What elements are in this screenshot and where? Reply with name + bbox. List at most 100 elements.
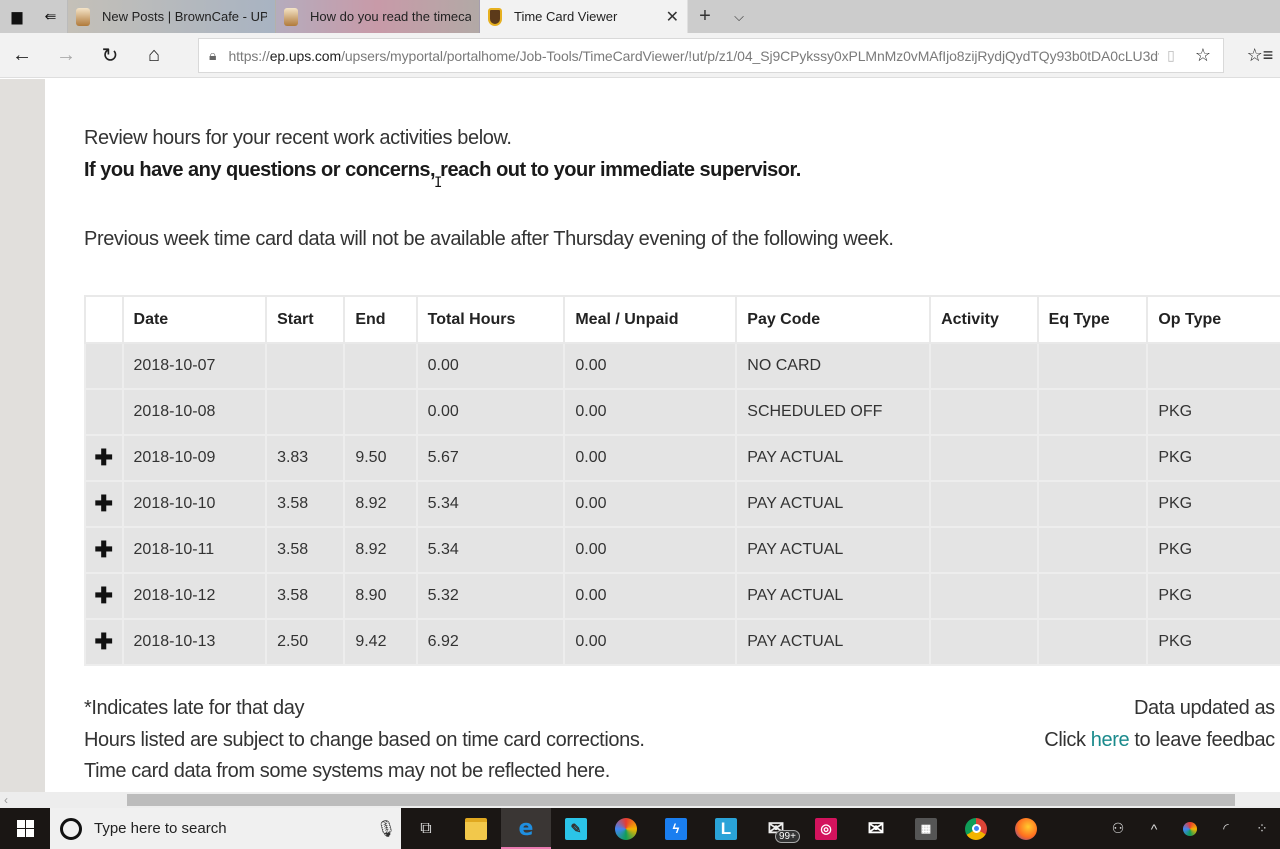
firefox-button[interactable] [1001,808,1051,849]
cell-activity [929,526,1039,574]
cell-date: 2018-10-12 [121,572,268,620]
microphone-icon[interactable]: 🎙︎ [371,819,401,839]
cell-start: 2.50 [265,618,346,666]
scrollbar-thumb[interactable] [127,794,1235,806]
cell-op-type: PKG [1146,480,1280,528]
intro-availability-text: Previous week time card data will not be… [84,228,894,250]
tab-preview-chevron-icon[interactable]: ⌵ [722,0,756,33]
new-tab-button[interactable]: + [688,0,722,33]
cell-start: 3.58 [265,480,346,528]
favorite-star-icon[interactable]: ☆ [1183,45,1223,66]
scroll-left-arrow-icon[interactable]: ‹ [4,792,8,808]
file-explorer-button[interactable] [451,808,501,849]
table-row: 2018-10-08 0.00 0.00 SCHEDULED OFF PKG [84,388,1280,436]
set-aside-tabs-button[interactable]: ▆ [0,0,34,33]
cell-end: 9.50 [343,434,418,482]
search-placeholder: Type here to search [94,820,227,837]
lexico-app-button[interactable]: L [701,808,751,849]
cell-meal-unpaid: 0.00 [563,388,738,436]
mail-unread-badge: 99+ [775,830,800,843]
task-view-button[interactable]: ⧉ [401,808,451,849]
photos-app-button[interactable] [601,808,651,849]
start-button[interactable] [0,808,50,849]
cell-total-hours: 5.67 [415,434,566,482]
sync-app-tray-icon[interactable] [1172,821,1208,836]
expand-row-plus-icon[interactable]: ✚ [84,618,124,666]
back-button[interactable]: ← [0,33,44,78]
cell-total-hours: 5.34 [415,526,566,574]
network-error-icon[interactable]: ⁘ [1244,820,1280,837]
instagram-button[interactable]: ◎ [801,808,851,849]
forward-button[interactable]: → [44,33,88,78]
table-row[interactable]: ✚ 2018-10-13 2.50 9.42 6.92 0.00 PAY ACTUAL PKG [84,618,1280,666]
mail-app-button[interactable]: ✉ 99+ [751,808,801,849]
cell-end: 8.90 [343,572,418,620]
table-row[interactable]: ✚ 2018-10-10 3.58 8.92 5.34 0.00 PAY ACTUAL PKG [84,480,1280,528]
cell-op-type [1146,342,1280,390]
cell-total-hours: 0.00 [415,388,566,436]
chrome-icon [965,817,987,840]
show-hidden-icons-chevron-icon[interactable]: ^ [1136,821,1172,837]
expand-column-header [84,295,124,344]
people-icon[interactable]: ⚇ [1100,820,1136,837]
tab-browncafe-new-posts[interactable]: New Posts | BrownCafe - UP [68,0,276,33]
chrome-button[interactable] [951,808,1001,849]
messenger-button[interactable]: ϟ [651,808,701,849]
expand-row-plus-icon[interactable]: ✚ [84,526,124,574]
expand-row-plus-icon[interactable]: ✚ [84,480,124,528]
cell-start: 3.83 [265,434,346,482]
reading-view-icon[interactable]: ▯ [1159,47,1183,64]
cell-pay-code: PAY ACTUAL [735,618,932,666]
tabs-aside-view-button[interactable]: ⇚ [34,0,68,33]
expand-row-plus-icon[interactable]: ✚ [84,572,124,620]
ups-favicon-icon [488,7,502,26]
text-cursor-icon: I [434,175,443,191]
favorites-hub-icon[interactable]: ☆≡ [1240,33,1280,78]
home-button[interactable]: ⌂ [132,33,176,78]
table-row[interactable]: ✚ 2018-10-11 3.58 8.92 5.34 0.00 PAY ACTUAL PKG [84,526,1280,574]
cell-end [343,342,418,390]
url-path: /upsers/myportal/portalhome/Job-Tools/Ti… [341,47,1159,64]
horizontal-scrollbar[interactable]: ‹ [0,792,1280,808]
cell-eq-type [1036,480,1149,528]
messenger-icon: ϟ [665,817,687,840]
edge-button[interactable]: e [501,808,551,849]
tab-time-card-viewer[interactable]: Time Card Viewer ✕ [480,0,688,33]
expand-row-plus-icon[interactable]: ✚ [84,434,124,482]
windows-mail-button[interactable]: ✉ [851,808,901,849]
close-tab-icon[interactable]: ✕ [666,7,679,27]
refresh-button[interactable]: ↻ [88,33,132,78]
column-header-pay-code: Pay Code [735,295,932,344]
wifi-icon[interactable]: ◜ [1208,820,1244,837]
folder-icon [465,817,487,840]
instagram-icon: ◎ [815,817,837,840]
url-scheme: https:// [228,47,270,64]
tab-how-read-timecard[interactable]: How do you read the timeca [276,0,480,33]
cell-total-hours: 6.92 [415,618,566,666]
calculator-icon: ▦ [915,817,937,840]
edge-icon: e [518,816,534,841]
address-bar[interactable]: 🔒︎ https://ep.ups.com/upsers/myportal/po… [198,38,1224,73]
cell-meal-unpaid: 0.00 [563,572,738,620]
cell-end: 8.92 [343,526,418,574]
calculator-button[interactable]: ▦ [901,808,951,849]
task-view-icon: ⧉ [420,819,432,837]
url-domain: ep.ups.com [269,47,342,64]
column-header-date: Date [121,295,268,344]
windows-taskbar: Type here to search 🎙︎ ⧉ e ✎ ϟ L ✉ 99+ ◎ … [0,808,1280,849]
url-text[interactable]: https://ep.ups.com/upsers/myportal/porta… [228,48,1159,64]
envelope-icon: ✉ [867,818,885,840]
cell-eq-type [1036,342,1149,390]
tab-title: Time Card Viewer [514,9,618,24]
cell-eq-type [1036,526,1149,574]
sketch-app-button[interactable]: ✎ [551,808,601,849]
late-footnote: *Indicates late for that day [84,697,305,719]
feedback-here-link[interactable]: here [1091,729,1130,751]
cell-eq-type [1036,572,1149,620]
taskbar-search-box[interactable]: Type here to search 🎙︎ [50,808,401,849]
table-row[interactable]: ✚ 2018-10-12 3.58 8.90 5.32 0.00 PAY ACTUAL PKG [84,572,1280,620]
cell-eq-type [1036,434,1149,482]
firefox-icon [1015,817,1037,840]
cell-eq-type [1036,388,1149,436]
table-row[interactable]: ✚ 2018-10-09 3.83 9.50 5.67 0.00 PAY ACTUAL PKG [84,434,1280,482]
